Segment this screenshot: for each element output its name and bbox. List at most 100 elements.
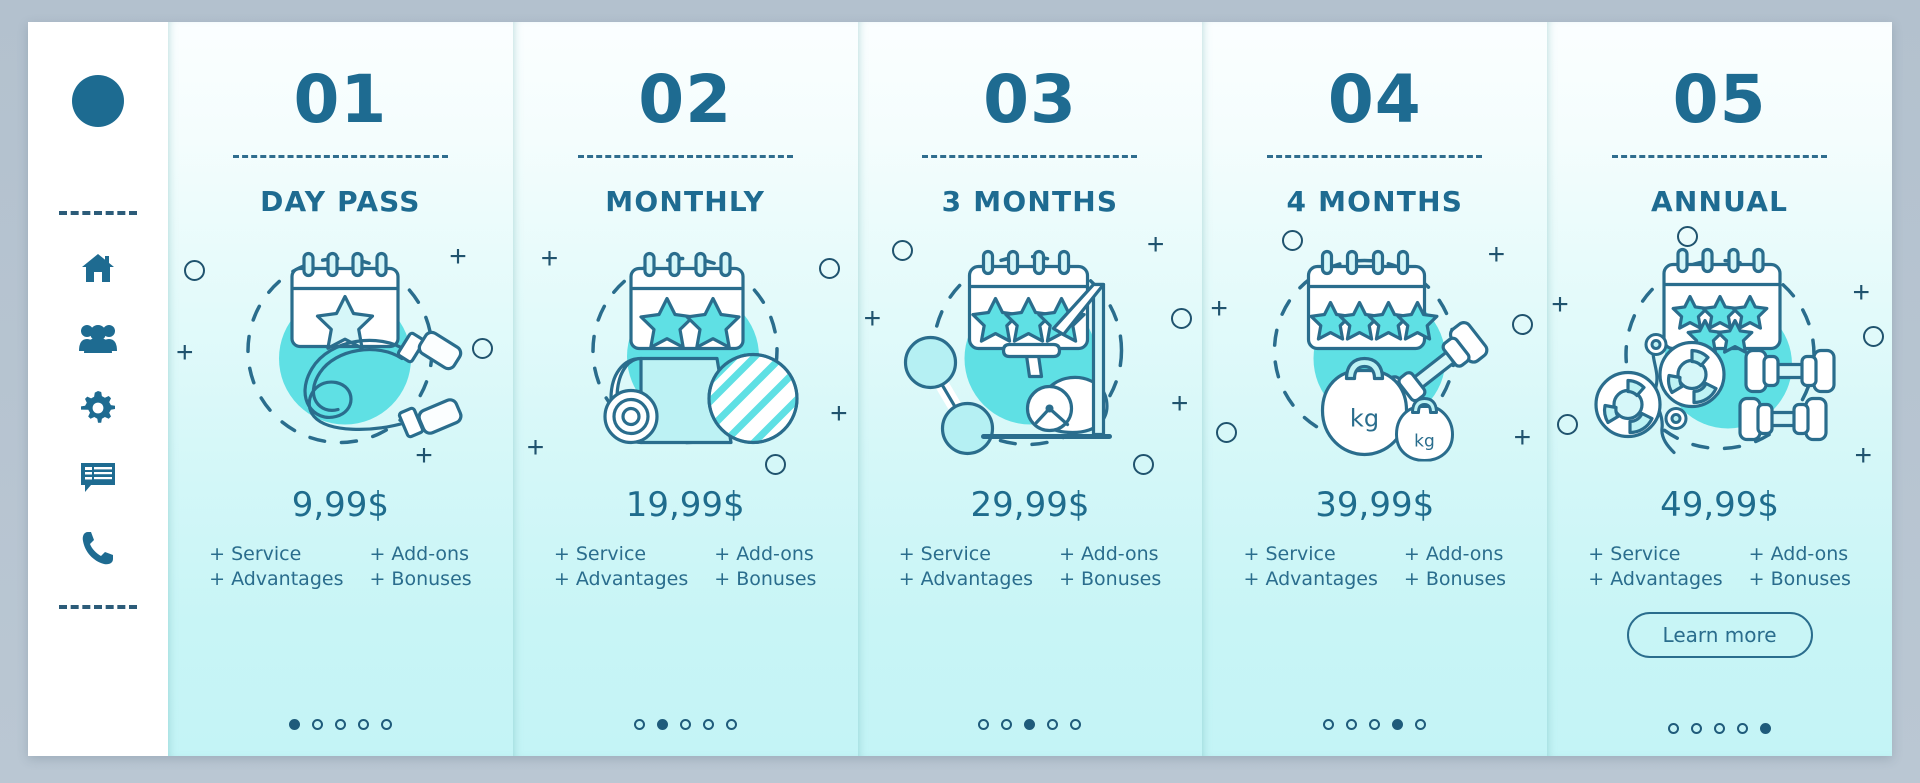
pagination-dot[interactable]	[656, 719, 668, 730]
deco-plus: +	[1170, 387, 1189, 420]
feature-item: + Service	[1243, 543, 1336, 565]
deco-plus: +	[1551, 288, 1569, 321]
pagination-dot[interactable]	[1323, 719, 1335, 730]
sidebar-divider-top	[59, 211, 137, 215]
illustration-area: + + +	[858, 226, 1203, 481]
sidebar-nav	[79, 249, 117, 567]
pagination-dot[interactable]	[702, 719, 714, 730]
chat-icon	[80, 462, 116, 494]
pagination-dot[interactable]	[380, 719, 392, 730]
svg-text:kg: kg	[1350, 404, 1379, 432]
pagination-dot[interactable]	[357, 719, 369, 730]
sidebar	[28, 22, 168, 756]
deco-circle	[1862, 326, 1884, 347]
feature-item: + Advantages	[1588, 568, 1723, 590]
illustration-weight-plates-dumbbells	[1593, 247, 1836, 454]
feature-item: + Bonuses	[1059, 568, 1162, 590]
feature-item: + Add-ons	[369, 543, 469, 565]
pagination-dot[interactable]	[1024, 719, 1036, 730]
feature-item: + Service	[209, 543, 302, 565]
illustration-yoga-mat-ball	[591, 251, 799, 444]
card-price: 29,99$	[970, 485, 1090, 525]
deco-circle	[1677, 226, 1699, 247]
pagination-dots	[513, 719, 858, 730]
feature-item: + Bonuses	[714, 568, 817, 590]
pagination-dot[interactable]	[978, 719, 990, 730]
illustration-area: + + +	[513, 226, 858, 481]
card-features: + Service + Add-ons + Advantages + Bonus…	[1244, 543, 1507, 590]
pagination-dot[interactable]	[1001, 719, 1013, 730]
pagination-dots	[1547, 723, 1892, 734]
deco-plus: +	[863, 302, 882, 335]
card-number: 01	[293, 61, 388, 138]
pagination-dot[interactable]	[1070, 719, 1082, 730]
pagination-dot[interactable]	[1668, 723, 1680, 734]
gear-icon	[81, 391, 115, 425]
deco-circle	[1171, 308, 1193, 329]
deco-plus: +	[526, 431, 545, 464]
plan-card-day-pass[interactable]: 01 DAY PASS + + + 9,99$ + Service + Add-…	[168, 22, 513, 756]
pagination-dot[interactable]	[1392, 719, 1404, 730]
plan-card-4-months[interactable]: 04 4 MONTHS + + + kg kg 39,99$ + Service…	[1202, 22, 1548, 756]
pagination-dot[interactable]	[311, 719, 323, 730]
deco-circle	[1512, 314, 1534, 335]
feature-item: + Service	[553, 543, 647, 565]
deco-circle	[1216, 422, 1238, 443]
pagination-dot[interactable]	[679, 719, 691, 730]
card-price: 19,99$	[625, 485, 745, 525]
card-features: + Service + Add-ons + Advantages + Bonus…	[554, 543, 817, 590]
card-title: 4 MONTHS	[1286, 185, 1464, 218]
illustration-kettlebells: kg kg	[1272, 249, 1489, 461]
plan-card-monthly[interactable]: 02 MONTHLY + + + 19,99$ + Service + Add-…	[512, 22, 858, 756]
card-divider	[1612, 155, 1828, 158]
pagination-dot[interactable]	[1047, 719, 1059, 730]
pagination-dot[interactable]	[633, 719, 645, 730]
sidebar-item-home[interactable]	[79, 249, 117, 287]
home-icon	[81, 252, 115, 284]
pagination-dot[interactable]	[1714, 723, 1726, 734]
card-divider	[232, 155, 448, 158]
plan-cards: 01 DAY PASS + + + 9,99$ + Service + Add-…	[168, 22, 1892, 756]
deco-plus: +	[1210, 292, 1228, 325]
avatar[interactable]	[72, 75, 124, 127]
pagination-dot[interactable]	[1737, 723, 1749, 734]
pagination-dots	[168, 719, 513, 730]
feature-item: + Bonuses	[369, 568, 472, 590]
pagination-dot[interactable]	[1369, 719, 1381, 730]
deco-circle	[818, 258, 840, 279]
card-title: MONTHLY	[605, 185, 766, 218]
page-root: 01 DAY PASS + + + 9,99$ + Service + Add-…	[0, 0, 1920, 783]
deco-plus: +	[1513, 421, 1532, 454]
feature-item: + Add-ons	[1059, 543, 1159, 565]
card-features: + Service + Add-ons + Advantages + Bonus…	[1588, 543, 1851, 590]
learn-more-button[interactable]: Learn more	[1626, 612, 1813, 658]
plan-card-3-months[interactable]: 03 3 MONTHS + + + 29,99$ + Service + Add…	[857, 22, 1203, 756]
feature-item: + Advantages	[1243, 568, 1378, 590]
card-number: 04	[1327, 61, 1422, 138]
pagination-dot[interactable]	[288, 719, 300, 730]
pagination-dot[interactable]	[1415, 719, 1427, 730]
sidebar-item-settings[interactable]	[79, 389, 117, 427]
card-features: + Service + Add-ons + Advantages + Bonus…	[899, 543, 1162, 590]
plan-card-annual[interactable]: 05 ANNUAL + + + 49,99$ + Service + Add-o…	[1547, 22, 1892, 756]
pagination-dot[interactable]	[1760, 723, 1772, 734]
card-features: + Service + Add-ons + Advantages + Bonus…	[209, 543, 472, 590]
card-number: 02	[638, 61, 733, 138]
illustration-area: + + +	[1202, 226, 1547, 481]
feature-item: + Add-ons	[714, 543, 814, 565]
feature-item: + Advantages	[553, 568, 689, 590]
pagination-dot[interactable]	[725, 719, 737, 730]
sidebar-item-messages[interactable]	[79, 459, 117, 497]
pagination-dots	[1202, 719, 1547, 730]
sidebar-item-community[interactable]	[79, 319, 117, 357]
illustration-area: + + +	[168, 226, 513, 481]
feature-item: + Add-ons	[1748, 543, 1849, 565]
card-number: 05	[1672, 61, 1767, 138]
deco-circle	[1557, 414, 1579, 435]
pagination-dots	[858, 719, 1203, 730]
pagination-dot[interactable]	[334, 719, 346, 730]
pagination-dot[interactable]	[1346, 719, 1358, 730]
pagination-dot[interactable]	[1691, 723, 1703, 734]
feature-item: + Add-ons	[1403, 543, 1504, 565]
sidebar-item-contact[interactable]	[79, 529, 117, 567]
